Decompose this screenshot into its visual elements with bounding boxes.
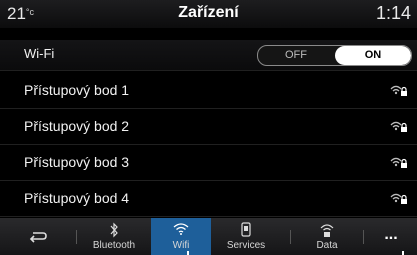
wifi-lock-icon [390, 193, 407, 204]
services-icon [241, 222, 251, 237]
clock: 1:14 [375, 3, 411, 23]
nav-marker [187, 251, 189, 255]
nav-divider [76, 230, 77, 244]
page-title: Zařízení [178, 4, 239, 21]
access-point-row[interactable]: Přístupový bod 1 [0, 72, 417, 109]
access-point-name: Přístupový bod 4 [24, 190, 130, 206]
tab-bluetooth-label: Bluetooth [92, 240, 136, 251]
wifi-lock-icon [390, 157, 407, 168]
more-label: ... [384, 226, 398, 243]
wifi-off-option[interactable]: OFF [258, 46, 334, 65]
access-point-name: Přístupový bod 1 [24, 82, 130, 98]
access-point-row[interactable]: Přístupový bod 3 [0, 144, 417, 181]
wifi-on-option[interactable]: ON [335, 46, 411, 65]
more-button[interactable]: ... [365, 218, 417, 255]
tab-services-label: Services [226, 240, 266, 251]
tab-bluetooth[interactable]: Bluetooth [78, 218, 150, 255]
status-bar: 21°c Zařízení 1:14 [0, 0, 417, 28]
access-point-name: Přístupový bod 2 [24, 118, 130, 134]
nav-divider [290, 230, 291, 244]
back-button[interactable] [0, 218, 75, 255]
wifi-row: Wi-Fi OFF ON [0, 40, 417, 71]
data-icon [320, 224, 334, 237]
wifi-lock-icon [390, 85, 407, 96]
access-point-name: Přístupový bod 3 [24, 154, 130, 170]
access-point-row[interactable]: Přístupový bod 4 [0, 180, 417, 217]
tab-data-label: Data [316, 240, 338, 251]
wifi-toggle[interactable]: OFF ON [257, 45, 412, 66]
bottom-nav: Bluetooth Wifi Services Data ... [0, 218, 417, 255]
tab-wifi-label: Wifi [172, 240, 190, 251]
tab-wifi[interactable]: Wifi [151, 218, 211, 255]
wifi-lock-icon [390, 121, 407, 132]
bluetooth-icon [110, 222, 118, 238]
tab-services[interactable]: Services [212, 218, 280, 255]
access-point-row[interactable]: Přístupový bod 2 [0, 108, 417, 145]
nav-divider [363, 230, 364, 244]
tab-data[interactable]: Data [292, 218, 362, 255]
wifi-icon [173, 223, 189, 235]
wifi-label: Wi-Fi [24, 46, 55, 61]
back-arrow-icon [29, 232, 47, 243]
nav-marker [402, 251, 404, 255]
